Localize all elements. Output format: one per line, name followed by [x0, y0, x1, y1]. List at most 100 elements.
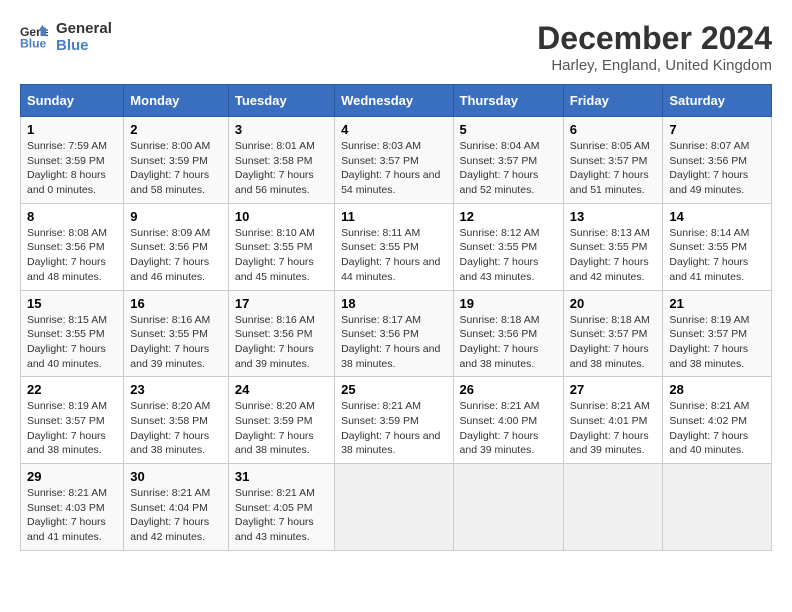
- day-cell: 18 Sunrise: 8:17 AMSunset: 3:56 PMDayligh…: [335, 290, 453, 377]
- day-cell: 1 Sunrise: 7:59 AMSunset: 3:59 PMDaylight…: [21, 117, 124, 204]
- day-cell: 12 Sunrise: 8:12 AMSunset: 3:55 PMDayligh…: [453, 203, 563, 290]
- col-header-sunday: Sunday: [21, 85, 124, 117]
- day-detail: Sunrise: 8:12 AMSunset: 3:55 PMDaylight:…: [460, 227, 540, 283]
- day-detail: Sunrise: 7:59 AMSunset: 3:59 PMDaylight:…: [27, 140, 107, 196]
- day-cell: 6Sunrise: 8:05 AMSunset: 3:57 PMDaylight…: [563, 117, 663, 204]
- col-header-tuesday: Tuesday: [228, 85, 334, 117]
- day-cell: 7 Sunrise: 8:07 AMSunset: 3:56 PMDaylight…: [663, 117, 772, 204]
- day-number: 31: [235, 469, 328, 484]
- day-cell: 4Sunrise: 8:03 AMSunset: 3:57 PMDaylight…: [335, 117, 453, 204]
- day-number: 28: [669, 382, 765, 397]
- day-number: 9: [130, 209, 222, 224]
- day-cell: 25 Sunrise: 8:21 AMSunset: 3:59 PMDayligh…: [335, 377, 453, 464]
- day-detail: Sunrise: 8:16 AMSunset: 3:55 PMDaylight:…: [130, 314, 210, 370]
- day-number: 8: [27, 209, 117, 224]
- day-cell: 23 Sunrise: 8:20 AMSunset: 3:58 PMDayligh…: [124, 377, 229, 464]
- week-row-5: 29Sunrise: 8:21 AMSunset: 4:03 PMDayligh…: [21, 464, 772, 551]
- day-cell: 5 Sunrise: 8:04 AMSunset: 3:57 PMDaylight…: [453, 117, 563, 204]
- col-header-friday: Friday: [563, 85, 663, 117]
- logo-general: General: [56, 20, 112, 37]
- day-number: 12: [460, 209, 557, 224]
- subtitle: Harley, England, United Kingdom: [537, 57, 772, 74]
- day-cell: 21 Sunrise: 8:19 AMSunset: 3:57 PMDayligh…: [663, 290, 772, 377]
- day-number: 11: [341, 209, 446, 224]
- day-number: 26: [460, 382, 557, 397]
- day-detail: Sunrise: 8:21 AMSunset: 3:59 PMDaylight:…: [341, 400, 440, 456]
- header-row: SundayMondayTuesdayWednesdayThursdayFrid…: [21, 85, 772, 117]
- day-number: 24: [235, 382, 328, 397]
- day-number: 20: [570, 296, 657, 311]
- day-cell: 24 Sunrise: 8:20 AMSunset: 3:59 PMDayligh…: [228, 377, 334, 464]
- day-cell: 8 Sunrise: 8:08 AMSunset: 3:56 PMDaylight…: [21, 203, 124, 290]
- day-number: 21: [669, 296, 765, 311]
- day-number: 4: [341, 122, 446, 137]
- day-number: 27: [570, 382, 657, 397]
- day-cell: 13 Sunrise: 8:13 AMSunset: 3:55 PMDayligh…: [563, 203, 663, 290]
- day-detail: Sunrise: 8:04 AMSunset: 3:57 PMDaylight:…: [460, 140, 540, 196]
- day-cell: 14Sunrise: 8:14 AMSunset: 3:55 PMDayligh…: [663, 203, 772, 290]
- day-cell: 10 Sunrise: 8:10 AMSunset: 3:55 PMDayligh…: [228, 203, 334, 290]
- day-cell: 19Sunrise: 8:18 AMSunset: 3:56 PMDayligh…: [453, 290, 563, 377]
- day-detail: Sunrise: 8:21 AMSunset: 4:03 PMDaylight:…: [27, 487, 107, 543]
- logo: General Blue General Blue: [20, 20, 112, 54]
- day-detail: Sunrise: 8:09 AMSunset: 3:56 PMDaylight:…: [130, 227, 210, 283]
- day-cell: [663, 464, 772, 551]
- day-detail: Sunrise: 8:16 AMSunset: 3:56 PMDaylight:…: [235, 314, 315, 370]
- day-number: 7: [669, 122, 765, 137]
- day-cell: [335, 464, 453, 551]
- day-detail: Sunrise: 8:21 AMSunset: 4:05 PMDaylight:…: [235, 487, 315, 543]
- day-cell: 28 Sunrise: 8:21 AMSunset: 4:02 PMDayligh…: [663, 377, 772, 464]
- week-row-2: 8 Sunrise: 8:08 AMSunset: 3:56 PMDaylight…: [21, 203, 772, 290]
- col-header-wednesday: Wednesday: [335, 85, 453, 117]
- day-detail: Sunrise: 8:19 AMSunset: 3:57 PMDaylight:…: [27, 400, 107, 456]
- day-detail: Sunrise: 8:20 AMSunset: 3:59 PMDaylight:…: [235, 400, 315, 456]
- week-row-1: 1 Sunrise: 7:59 AMSunset: 3:59 PMDaylight…: [21, 117, 772, 204]
- col-header-monday: Monday: [124, 85, 229, 117]
- day-number: 5: [460, 122, 557, 137]
- day-cell: 16 Sunrise: 8:16 AMSunset: 3:55 PMDayligh…: [124, 290, 229, 377]
- day-number: 30: [130, 469, 222, 484]
- logo-blue: Blue: [56, 37, 112, 54]
- day-cell: 26Sunrise: 8:21 AMSunset: 4:00 PMDayligh…: [453, 377, 563, 464]
- day-detail: Sunrise: 8:18 AMSunset: 3:57 PMDaylight:…: [570, 314, 650, 370]
- day-cell: 11 Sunrise: 8:11 AMSunset: 3:55 PMDayligh…: [335, 203, 453, 290]
- title-section: December 2024 Harley, England, United Ki…: [537, 20, 772, 74]
- day-cell: 17Sunrise: 8:16 AMSunset: 3:56 PMDayligh…: [228, 290, 334, 377]
- day-detail: Sunrise: 8:18 AMSunset: 3:56 PMDaylight:…: [460, 314, 540, 370]
- day-detail: Sunrise: 8:14 AMSunset: 3:55 PMDaylight:…: [669, 227, 749, 283]
- day-number: 3: [235, 122, 328, 137]
- day-number: 25: [341, 382, 446, 397]
- day-number: 10: [235, 209, 328, 224]
- day-number: 22: [27, 382, 117, 397]
- day-detail: Sunrise: 8:15 AMSunset: 3:55 PMDaylight:…: [27, 314, 107, 370]
- day-detail: Sunrise: 8:17 AMSunset: 3:56 PMDaylight:…: [341, 314, 440, 370]
- svg-text:Blue: Blue: [20, 36, 47, 50]
- day-detail: Sunrise: 8:10 AMSunset: 3:55 PMDaylight:…: [235, 227, 315, 283]
- day-cell: 15 Sunrise: 8:15 AMSunset: 3:55 PMDayligh…: [21, 290, 124, 377]
- day-cell: 27 Sunrise: 8:21 AMSunset: 4:01 PMDayligh…: [563, 377, 663, 464]
- day-number: 18: [341, 296, 446, 311]
- day-detail: Sunrise: 8:00 AMSunset: 3:59 PMDaylight:…: [130, 140, 210, 196]
- day-detail: Sunrise: 8:13 AMSunset: 3:55 PMDaylight:…: [570, 227, 650, 283]
- day-detail: Sunrise: 8:19 AMSunset: 3:57 PMDaylight:…: [669, 314, 749, 370]
- day-number: 1: [27, 122, 117, 137]
- day-number: 23: [130, 382, 222, 397]
- day-detail: Sunrise: 8:21 AMSunset: 4:01 PMDaylight:…: [570, 400, 650, 456]
- day-detail: Sunrise: 8:07 AMSunset: 3:56 PMDaylight:…: [669, 140, 749, 196]
- day-detail: Sunrise: 8:21 AMSunset: 4:02 PMDaylight:…: [669, 400, 749, 456]
- day-cell: 30 Sunrise: 8:21 AMSunset: 4:04 PMDayligh…: [124, 464, 229, 551]
- logo-icon: General Blue: [20, 23, 48, 51]
- day-detail: Sunrise: 8:21 AMSunset: 4:04 PMDaylight:…: [130, 487, 210, 543]
- day-number: 6: [570, 122, 657, 137]
- day-number: 15: [27, 296, 117, 311]
- day-detail: Sunrise: 8:20 AMSunset: 3:58 PMDaylight:…: [130, 400, 210, 456]
- page-header: General Blue General Blue December 2024 …: [20, 20, 772, 74]
- day-cell: 22 Sunrise: 8:19 AMSunset: 3:57 PMDayligh…: [21, 377, 124, 464]
- day-cell: 31 Sunrise: 8:21 AMSunset: 4:05 PMDayligh…: [228, 464, 334, 551]
- day-number: 16: [130, 296, 222, 311]
- day-cell: [453, 464, 563, 551]
- day-cell: 3Sunrise: 8:01 AMSunset: 3:58 PMDaylight…: [228, 117, 334, 204]
- day-detail: Sunrise: 8:08 AMSunset: 3:56 PMDaylight:…: [27, 227, 107, 283]
- day-number: 13: [570, 209, 657, 224]
- day-detail: Sunrise: 8:11 AMSunset: 3:55 PMDaylight:…: [341, 227, 440, 283]
